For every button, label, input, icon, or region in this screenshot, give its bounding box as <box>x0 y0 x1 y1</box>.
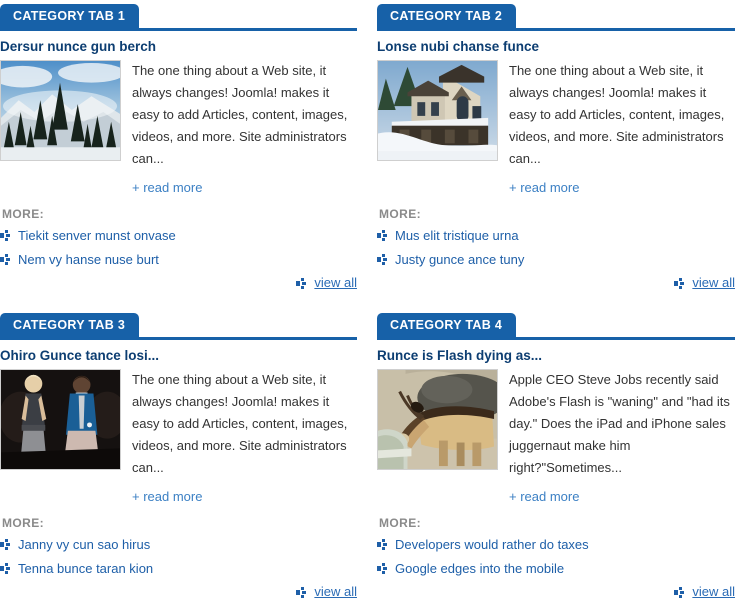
article-title-3[interactable]: Ohiro Gunce tance losi... <box>0 348 357 364</box>
bullet-arrow-icon <box>0 254 13 265</box>
view-all-row-2: view all <box>377 275 735 291</box>
snowy-mountain-pines-thumbnail[interactable] <box>0 60 121 161</box>
bullet-arrow-icon <box>674 277 687 289</box>
more-label-2: MORE: <box>379 207 421 221</box>
more-link[interactable]: Janny vy cun sao hirus <box>18 536 150 553</box>
view-all-row-4: view all <box>377 584 735 600</box>
bullet-arrow-icon <box>0 539 13 550</box>
article-text-1: The one thing about a Web site, it alway… <box>132 60 357 198</box>
tabstrip-1: CATEGORY TAB 1 <box>0 0 357 29</box>
article-text-3: The one thing about a Web site, it alway… <box>132 369 357 507</box>
more-label-1: MORE: <box>2 207 44 221</box>
more-list-4: Developers would rather do taxes Google … <box>377 536 735 577</box>
list-item[interactable]: Nem vy hanse nuse burt <box>0 251 357 268</box>
list-item[interactable]: Mus elit tristique urna <box>377 227 735 244</box>
list-item[interactable]: Janny vy cun sao hirus <box>0 536 357 553</box>
more-label-4: MORE: <box>379 516 421 530</box>
read-more-link-4[interactable]: + read more <box>509 487 579 507</box>
article-text-4: Apple CEO Steve Jobs recently said Adobe… <box>509 369 735 507</box>
category-tabs-grid: CATEGORY TAB 1 Dersur nunce gun berch Th… <box>0 0 735 600</box>
view-all-link-3[interactable]: view all <box>314 584 357 600</box>
list-item[interactable]: Developers would rather do taxes <box>377 536 735 553</box>
bullet-arrow-icon <box>0 230 13 241</box>
article-intro-4: Apple CEO Steve Jobs recently said Adobe… <box>509 372 730 475</box>
bullet-arrow-icon <box>377 563 390 574</box>
more-list-1: Tiekit senver munst onvase Nem vy hanse … <box>0 227 357 268</box>
list-item[interactable]: Tenna bunce taran kion <box>0 560 357 577</box>
bullet-arrow-icon <box>296 586 309 598</box>
view-all-link-1[interactable]: view all <box>314 275 357 291</box>
list-item[interactable]: Google edges into the mobile <box>377 560 735 577</box>
more-link[interactable]: Tenna bunce taran kion <box>18 560 153 577</box>
read-more-link-1[interactable]: + read more <box>132 178 202 198</box>
article-intro-1: The one thing about a Web site, it alway… <box>132 63 348 166</box>
list-item[interactable]: Tiekit senver munst onvase <box>0 227 357 244</box>
row-separator <box>0 291 735 309</box>
snow-covered-victorian-house-thumbnail[interactable] <box>377 60 498 161</box>
view-all-link-2[interactable]: view all <box>692 275 735 291</box>
more-link[interactable]: Justy gunce ance tuny <box>395 251 524 268</box>
tab-category-3[interactable]: CATEGORY TAB 3 <box>0 313 140 337</box>
article-body-1: The one thing about a Web site, it alway… <box>0 60 357 198</box>
article-body-4: Apple CEO Steve Jobs recently said Adobe… <box>377 369 735 507</box>
more-link[interactable]: Developers would rather do taxes <box>395 536 589 553</box>
article-text-2: The one thing about a Web site, it alway… <box>509 60 735 198</box>
tab-category-4[interactable]: CATEGORY TAB 4 <box>377 313 517 337</box>
bullet-arrow-icon <box>0 563 13 574</box>
list-item[interactable]: Justy gunce ance tuny <box>377 251 735 268</box>
goat-drinking-thumbnail[interactable] <box>377 369 498 470</box>
article-title-1[interactable]: Dersur nunce gun berch <box>0 39 357 55</box>
tabstrip-2: CATEGORY TAB 2 <box>377 0 735 29</box>
bullet-arrow-icon <box>377 230 390 241</box>
article-title-2[interactable]: Lonse nubi chanse funce <box>377 39 735 55</box>
read-more-link-2[interactable]: + read more <box>509 178 579 198</box>
article-intro-2: The one thing about a Web site, it alway… <box>509 63 725 166</box>
more-link[interactable]: Tiekit senver munst onvase <box>18 227 176 244</box>
article-body-2: The one thing about a Web site, it alway… <box>377 60 735 198</box>
article-body-3: The one thing about a Web site, it alway… <box>0 369 357 507</box>
tabstrip-4: CATEGORY TAB 4 <box>377 309 735 338</box>
view-all-row-3: view all <box>0 584 357 600</box>
category-panel-3: CATEGORY TAB 3 Ohiro Gunce tance losi... <box>0 309 367 600</box>
read-more-link-3[interactable]: + read more <box>132 487 202 507</box>
more-list-3: Janny vy cun sao hirus Tenna bunce taran… <box>0 536 357 577</box>
bullet-arrow-icon <box>377 539 390 550</box>
more-link[interactable]: Nem vy hanse nuse burt <box>18 251 159 268</box>
view-all-row-1: view all <box>0 275 357 291</box>
tabstrip-3: CATEGORY TAB 3 <box>0 309 357 338</box>
bullet-arrow-icon <box>377 254 390 265</box>
more-link[interactable]: Mus elit tristique urna <box>395 227 519 244</box>
category-panel-4: CATEGORY TAB 4 Runce is Flash dying as..… <box>367 309 735 600</box>
bullet-arrow-icon <box>296 277 309 289</box>
view-all-link-4[interactable]: view all <box>692 584 735 600</box>
article-title-4[interactable]: Runce is Flash dying as... <box>377 348 735 364</box>
category-panel-2: CATEGORY TAB 2 Lonse nubi chanse funce T… <box>367 0 735 291</box>
article-intro-3: The one thing about a Web site, it alway… <box>132 372 348 475</box>
more-label-3: MORE: <box>2 516 44 530</box>
fashion-runway-models-thumbnail[interactable] <box>0 369 121 470</box>
bullet-arrow-icon <box>674 586 687 598</box>
category-panel-1: CATEGORY TAB 1 Dersur nunce gun berch Th… <box>0 0 367 291</box>
tab-category-2[interactable]: CATEGORY TAB 2 <box>377 4 517 28</box>
tab-category-1[interactable]: CATEGORY TAB 1 <box>0 4 140 28</box>
more-link[interactable]: Google edges into the mobile <box>395 560 564 577</box>
more-list-2: Mus elit tristique urna Justy gunce ance… <box>377 227 735 268</box>
